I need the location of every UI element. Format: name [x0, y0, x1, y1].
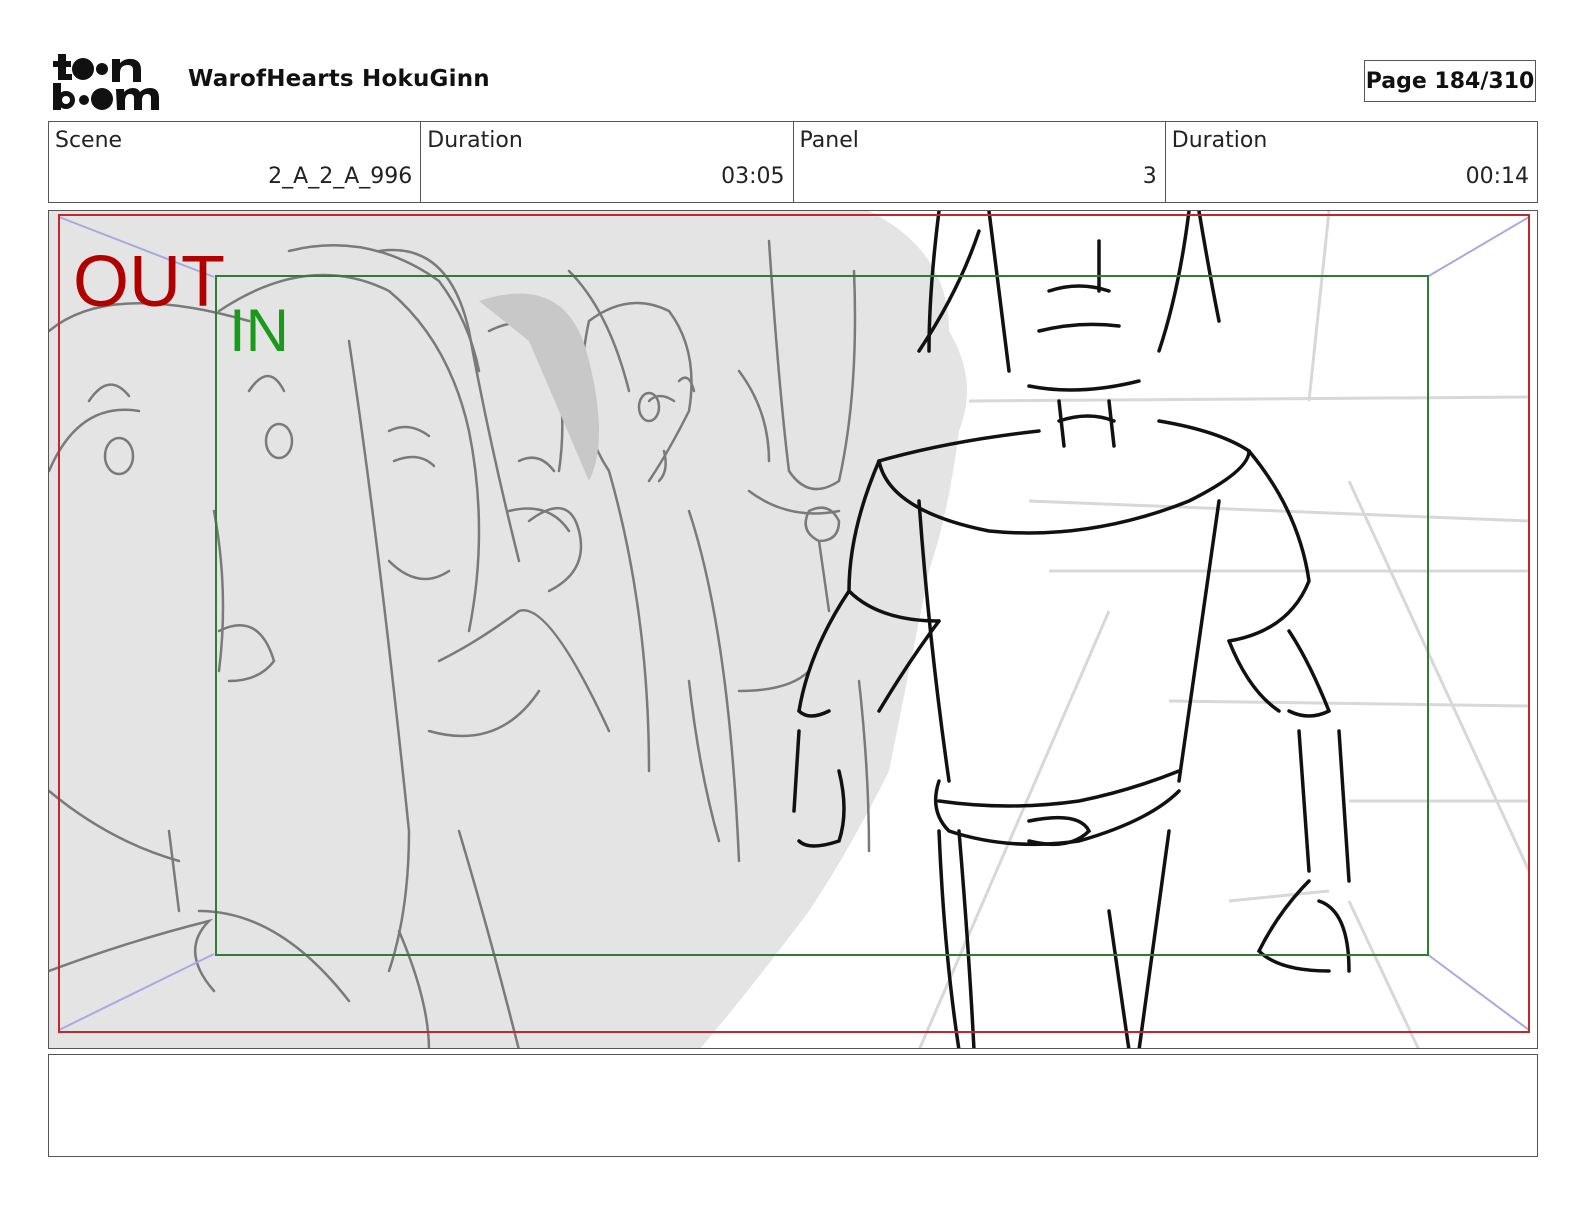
scene-info-table: Scene 2_A_2_A_996 Duration 03:05 Panel 3…: [48, 121, 1538, 203]
storyboard-panel: OUT IN: [48, 210, 1538, 1049]
scene-label: Scene: [55, 128, 123, 153]
panel-notes-box: [48, 1054, 1538, 1157]
scene-duration-cell: Duration 03:05: [421, 122, 794, 202]
in-label: IN: [229, 297, 289, 364]
scene-cell: Scene 2_A_2_A_996: [49, 122, 422, 202]
crowd-silhouette: [49, 211, 967, 1048]
page-counter: Page 184/310: [1364, 60, 1536, 102]
panel-drawing: OUT IN: [49, 211, 1531, 1048]
scene-value: 2_A_2_A_996: [268, 164, 413, 189]
panel-cell: Panel 3: [794, 122, 1166, 202]
panel-duration-label: Duration: [1171, 128, 1268, 153]
scene-duration-label: Duration: [427, 128, 523, 153]
page-label: Page: [1365, 68, 1427, 94]
panel-value: 3: [1142, 164, 1157, 189]
project-title: WarofHearts HokuGinn: [188, 66, 490, 92]
panel-duration-cell: Duration 00:14: [1166, 122, 1537, 202]
panel-duration-value: 00:14: [1465, 164, 1529, 189]
out-label: OUT: [73, 242, 225, 322]
page-value: 184/310: [1434, 68, 1535, 94]
panel-label: Panel: [799, 128, 859, 153]
toon-boom-logo: [53, 54, 159, 110]
scene-duration-value: 03:05: [721, 164, 785, 189]
